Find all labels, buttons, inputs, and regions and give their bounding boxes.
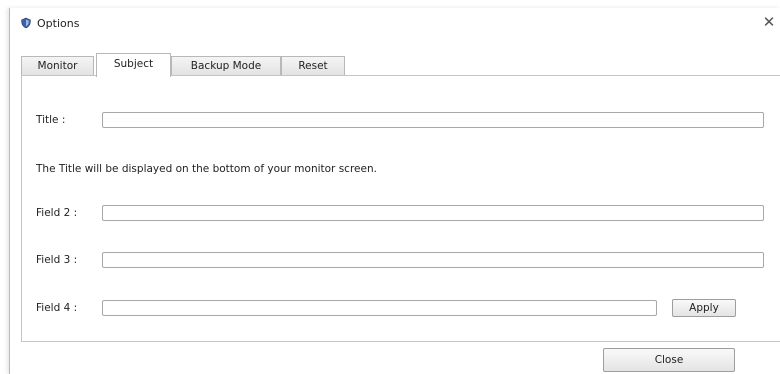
field-3-input[interactable] bbox=[102, 252, 764, 268]
window-title: Options bbox=[37, 17, 80, 30]
field-2-label: Field 2 : bbox=[36, 207, 78, 219]
tab-backup-mode[interactable]: Backup Mode bbox=[171, 56, 281, 75]
subject-panel: Title : The Title will be displayed on t… bbox=[21, 75, 780, 342]
title-input[interactable] bbox=[102, 112, 764, 128]
apply-button[interactable]: Apply bbox=[672, 299, 736, 317]
close-button[interactable]: Close bbox=[603, 348, 735, 372]
field-3-label: Field 3 : bbox=[36, 254, 78, 266]
field-4-input[interactable] bbox=[102, 300, 657, 316]
field-4-label: Field 4 : bbox=[36, 302, 78, 314]
tab-reset[interactable]: Reset bbox=[281, 56, 345, 75]
title-label: Title : bbox=[36, 114, 66, 126]
close-icon[interactable]: ✕ bbox=[761, 14, 777, 30]
title-bar: Options ✕ bbox=[10, 8, 780, 38]
field-2-input[interactable] bbox=[102, 205, 764, 221]
tab-monitor[interactable]: Monitor bbox=[21, 56, 94, 75]
options-dialog: Options ✕ Monitor Subject Backup Mode Re… bbox=[9, 8, 780, 374]
title-info-text: The Title will be displayed on the botto… bbox=[36, 163, 377, 175]
app-shield-icon bbox=[20, 17, 32, 29]
tab-subject[interactable]: Subject bbox=[96, 53, 171, 77]
